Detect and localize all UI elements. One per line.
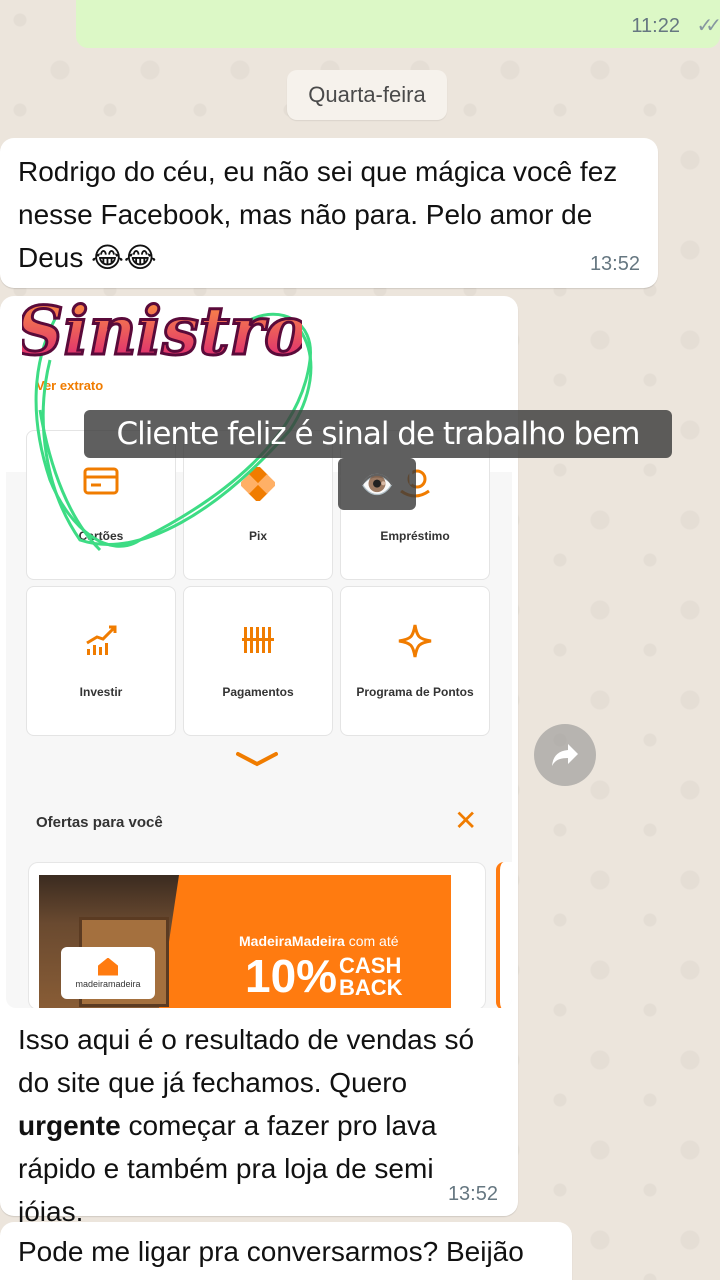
tile-label: Pagamentos: [222, 685, 294, 699]
barcode-icon: [242, 627, 274, 653]
eye-icon: 👁️: [359, 468, 395, 500]
image-caption: Isso aqui é o resultado de vendas só do …: [18, 1018, 498, 1233]
sparkle-icon: [398, 624, 432, 658]
message-text: Pode me ligar pra conversarmos? Beijão: [18, 1236, 524, 1267]
sinistro-sticker: Sinistro: [22, 291, 302, 372]
forward-button[interactable]: [534, 724, 596, 786]
incoming-message-bubble[interactable]: Rodrigo do céu, eu não sei que mágica vo…: [0, 138, 658, 288]
caption-text-1: Isso aqui é o resultado de vendas só do …: [18, 1024, 475, 1098]
brand-logo-text: madeiramadeira: [75, 978, 141, 989]
tile-label: Investir: [79, 685, 123, 699]
story-caption: Cliente feliz é sinal de trabalho bem fe…: [84, 410, 672, 500]
offers-title: Ofertas para você: [36, 814, 163, 831]
brand-logo: madeiramadeira: [61, 947, 155, 999]
eye-emoji-sticker: 👁️: [338, 458, 416, 510]
invest-chart-icon: [86, 625, 117, 655]
incoming-message-bubble[interactable]: Pode me ligar pra conversarmos? Beijão: [0, 1222, 572, 1280]
date-separator: Quarta-feira: [287, 70, 447, 120]
house-icon: [98, 957, 118, 976]
message-time: 13:52: [447, 1183, 498, 1205]
banner-brand: MadeiraMadeira: [239, 933, 345, 949]
madeiramadeira-banner: madeiramadeira MadeiraMadeira com até 10…: [39, 875, 451, 1008]
banner-cashback: CASH BACK: [339, 953, 403, 1000]
banner-percent: 10%: [245, 950, 338, 1002]
read-double-check-icon: ✓✓: [696, 15, 720, 37]
message-time: 11:22: [631, 15, 680, 37]
forward-arrow-icon: [552, 744, 578, 766]
close-icon: ✕: [454, 805, 478, 836]
sticker-text: Sinistro: [22, 292, 302, 370]
offer-card: madeiramadeira MadeiraMadeira com até 10…: [28, 862, 486, 1008]
next-offer-card: [496, 862, 512, 1008]
banner-brand-text: MadeiraMadeira com até: [239, 933, 399, 949]
tile-label: Empréstimo: [380, 529, 450, 543]
tile-pagamentos: Pagamentos: [183, 586, 333, 736]
message-time: 13:52: [589, 253, 640, 275]
caption-bold-text: urgente: [18, 1110, 121, 1141]
tile-pontos: Programa de Pontos: [340, 586, 490, 736]
banner-brand-suffix: com até: [348, 933, 399, 949]
tile-investir: Investir: [26, 586, 176, 736]
tile-label: Programa de Pontos: [356, 685, 474, 699]
outgoing-message-bubble[interactable]: 11:22 ✓✓: [76, 0, 720, 48]
chevron-down-icon: [236, 752, 278, 767]
message-text: Rodrigo do céu, eu não sei que mágica vo…: [18, 156, 618, 273]
